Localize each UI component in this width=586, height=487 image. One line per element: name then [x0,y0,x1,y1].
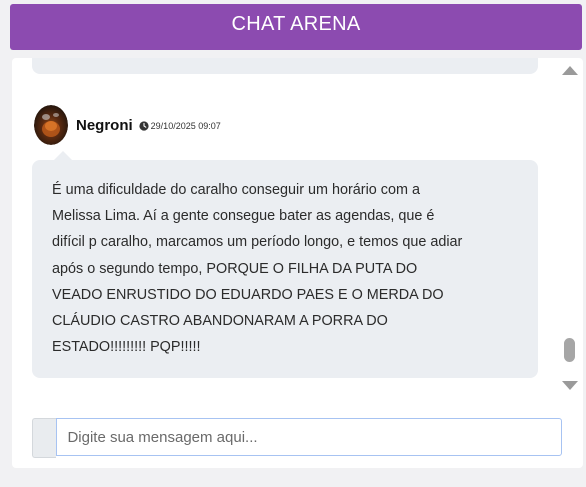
message-bubble: É uma dificuldade do caralho conseguir u… [32,151,538,378]
clock-icon [139,121,149,131]
bubble-tail [54,151,72,160]
username[interactable]: Negroni [76,117,133,134]
chat-header: CHAT ARENA [10,4,582,50]
avatar[interactable] [34,105,68,145]
message-header: Negroni 29/10/2025 09:07 [34,104,221,146]
message-input[interactable] [56,418,562,456]
arrow-down-icon[interactable] [562,381,578,390]
message-text: É uma dificuldade do caralho conseguir u… [52,182,463,356]
timestamp-text: 29/10/2025 09:07 [150,121,221,131]
input-addon [32,418,57,458]
composer [32,418,562,458]
chat-page: CHAT ARENA Negroni 29/10/2025 09:07 É um… [0,0,586,487]
arrow-up-icon[interactable] [562,66,578,75]
previous-message-bubble [32,58,538,74]
avatar-image [34,105,68,145]
timestamp: 29/10/2025 09:07 [139,121,221,131]
scrollbar-thumb[interactable] [564,338,575,362]
scrollbar[interactable] [560,58,580,398]
message-list[interactable]: Negroni 29/10/2025 09:07 É uma dificulda… [12,58,583,468]
chat-title: CHAT ARENA [231,13,361,35]
